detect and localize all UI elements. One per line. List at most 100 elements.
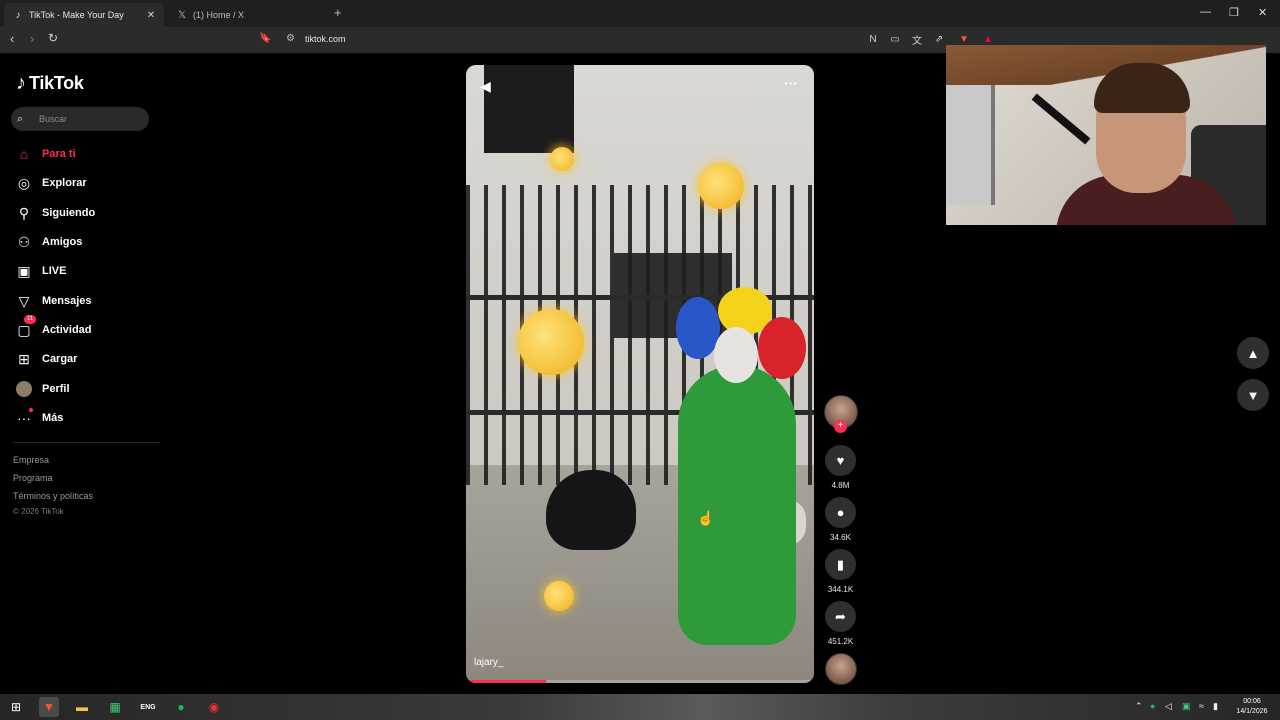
next-video-button[interactable]: ▼ [1237, 379, 1269, 411]
x-icon: 𝕏 [177, 9, 187, 21]
share-arrow-icon: ➦ [835, 608, 846, 624]
video-progress-bar[interactable] [466, 680, 814, 683]
like-count: 4.8M [831, 481, 850, 490]
logo-text: TikTok [29, 73, 84, 93]
notification-dot [29, 408, 33, 412]
tray-expand-icon[interactable]: ⌃ [1135, 701, 1143, 712]
tiktok-note-icon: ♪ [16, 72, 26, 94]
save-count: 344.1K [827, 585, 854, 594]
compass-icon: ◎ [17, 174, 31, 191]
sidebar-item-mensajes[interactable]: ▽ Mensajes [14, 290, 154, 312]
like-button[interactable]: ♥ [825, 445, 856, 476]
clock-date: 14/1/2026 [1236, 708, 1268, 715]
sidebar-item-siguiendo[interactable]: ⚲ Siguiendo [14, 202, 154, 224]
tab-title: (1) Home / X [193, 10, 245, 20]
windows-taskbar: ⊞ ▼ ▬ ▦ ENG ● ◉ ⌃ ● ◁ ▣ ≈ ▮ 00:06 14/1/2… [0, 694, 1280, 720]
tray-spotify-icon[interactable]: ● [1150, 701, 1155, 711]
tab-x-home[interactable]: 𝕏 (1) Home / X [168, 3, 328, 27]
footer-link-empresa[interactable]: Empresa [13, 455, 49, 465]
site-info-icon[interactable]: ⚙ [286, 33, 295, 44]
volume-tray-icon[interactable]: ◁ [1165, 701, 1172, 712]
close-tab-icon[interactable]: ✕ [144, 10, 158, 21]
reload-icon[interactable]: ↻ [48, 31, 58, 45]
sidebar-item-label: Para ti [42, 148, 76, 160]
back-icon[interactable]: ‹ [10, 31, 14, 46]
game-icon[interactable]: ▦ [105, 697, 125, 717]
taskbar-clock[interactable]: 00:06 14/1/2026 [1228, 697, 1276, 717]
video-username[interactable]: lajary_ [474, 657, 503, 668]
sidebar-item-actividad[interactable]: ▢ 11 Actividad [14, 315, 154, 341]
sidebar-item-label: Más [42, 412, 64, 424]
following-icon: ⚲ [18, 204, 30, 221]
bookmark-icon: ▮ [836, 556, 845, 572]
follow-plus-icon[interactable]: + [834, 420, 847, 433]
tab-title: TikTok - Make Your Day [29, 10, 124, 20]
live-icon: ▣ [17, 262, 31, 279]
brave-taskbar-icon[interactable]: ▼ [39, 697, 59, 717]
brave-rewards-icon[interactable]: ▲ [982, 33, 994, 45]
music-disc-avatar[interactable] [825, 653, 857, 685]
bookmark-icon[interactable]: 🔖 [259, 33, 271, 44]
search-input[interactable] [37, 113, 141, 125]
messages-icon: ▽ [18, 292, 30, 309]
tab-tiktok[interactable]: ♪ TikTok - Make Your Day ✕ [4, 3, 164, 27]
tray-app-icon[interactable]: ▣ [1182, 701, 1191, 712]
volume-icon[interactable]: ◀ [480, 78, 491, 95]
sidebar-item-label: Cargar [42, 353, 78, 365]
sun-sticker [550, 147, 574, 171]
cast-icon[interactable]: ▭ [889, 33, 901, 45]
footer-link-terminos[interactable]: Términos y políticas [13, 491, 93, 501]
tiktok-icon: ♪ [15, 9, 21, 21]
maximize-icon[interactable]: ❐ [1229, 6, 1239, 19]
video-more-icon[interactable]: ··· [784, 75, 798, 91]
webcam-mic-arm [1031, 93, 1091, 145]
mouse-cursor-icon: ☝ [697, 510, 715, 526]
more-icon: ··· [17, 408, 33, 426]
video-player[interactable]: ◀ ··· lajary_ [466, 65, 814, 683]
sidebar-item-explorar[interactable]: ◎ Explorar [14, 172, 154, 194]
sidebar-item-live[interactable]: ▣ LIVE [14, 260, 154, 282]
copyright: © 2026 TikTok [13, 507, 64, 516]
sidebar-item-label: Explorar [42, 177, 87, 189]
sidebar-item-perfil[interactable]: Perfil [14, 378, 154, 400]
translate-icon[interactable]: 文 [911, 33, 923, 47]
save-button[interactable]: ▮ [825, 549, 856, 580]
search-box[interactable]: ⌕ [11, 107, 149, 131]
footer-link-programa[interactable]: Programa [13, 473, 53, 483]
sidebar-item-label: Mensajes [42, 295, 92, 307]
sidebar-item-mas[interactable]: ··· Más [14, 407, 154, 429]
wifi-icon[interactable]: ≈ [1199, 701, 1204, 711]
spotify-icon[interactable]: ● [171, 697, 191, 717]
extension-icon[interactable]: N [867, 33, 879, 45]
microphone-icon[interactable]: ▮ [1213, 701, 1218, 712]
heart-icon: ♥ [836, 453, 845, 468]
sidebar-item-label: Perfil [42, 383, 70, 395]
share-button[interactable]: ➦ [825, 601, 856, 632]
upload-icon: ⊞ [18, 350, 30, 367]
home-icon: ⌂ [19, 146, 29, 162]
sidebar-item-amigos[interactable]: ⚇ Amigos [14, 231, 154, 253]
video-window [484, 65, 574, 153]
url-field[interactable]: tiktok.com [305, 34, 346, 44]
sidebar-item-cargar[interactable]: ⊞ Cargar [14, 348, 154, 370]
profile-avatar [14, 379, 34, 399]
new-tab-button[interactable]: + [334, 5, 342, 20]
friends-icon: ⚇ [17, 233, 31, 250]
forward-icon[interactable]: › [30, 31, 34, 46]
minimize-icon[interactable]: — [1200, 6, 1211, 18]
brave-shield-icon[interactable]: ▼ [958, 33, 970, 45]
comment-button[interactable]: ● [825, 497, 856, 528]
activity-icon: ▢ 11 [14, 315, 37, 340]
share-icon[interactable]: ⇗ [933, 33, 945, 45]
lang-icon[interactable]: ENG [138, 697, 158, 717]
close-window-icon[interactable]: ✕ [1258, 6, 1267, 19]
tiktok-logo[interactable]: ♪ TikTok [16, 72, 84, 95]
obs-icon[interactable]: ◉ [204, 697, 224, 717]
file-explorer-icon[interactable]: ▬ [72, 697, 92, 717]
previous-video-button[interactable]: ▲ [1237, 337, 1269, 369]
sun-sticker [544, 581, 574, 611]
windows-start-icon[interactable]: ⊞ [6, 697, 26, 717]
clock-time: 00:06 [1243, 698, 1261, 705]
sidebar-item-para-ti[interactable]: ⌂ Para ti [14, 143, 154, 165]
chevron-down-icon: ▼ [1246, 387, 1260, 403]
